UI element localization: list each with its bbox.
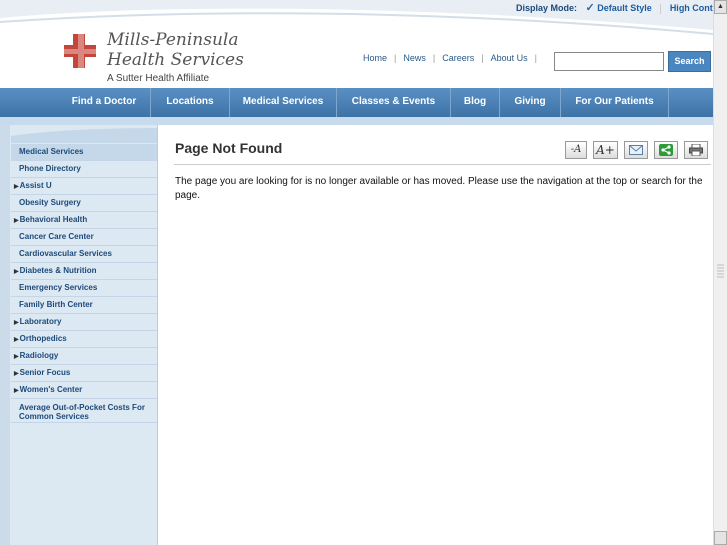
- sidebar-item-laboratory[interactable]: ▶Laboratory: [11, 314, 157, 331]
- scroll-grip-icon[interactable]: [716, 262, 725, 280]
- site-header: Display Mode: ✓ Default Style High Cont …: [0, 0, 713, 88]
- sidebar-item-cardiovascular[interactable]: Cardiovascular Services: [11, 246, 157, 263]
- scroll-down-arrow-icon[interactable]: [714, 531, 727, 545]
- default-style-link[interactable]: ✓ Default Style: [585, 2, 655, 14]
- sidebar-item-label: Women's Center: [19, 385, 83, 394]
- logo-text-line2: Health Services: [107, 50, 244, 70]
- sidebar-item-assist-u[interactable]: ▶Assist U: [11, 178, 157, 195]
- sidebar-item-label: Assist U: [19, 181, 52, 190]
- share-button[interactable]: [654, 141, 678, 159]
- sidebar-edge: [0, 125, 10, 545]
- email-button[interactable]: [624, 141, 648, 159]
- main-nav: Find a Doctor Locations Medical Services…: [0, 88, 713, 117]
- search-button[interactable]: Search: [668, 51, 711, 72]
- utility-links: Home | News | Careers | About Us |: [363, 53, 544, 63]
- sidebar-item-label: Radiology: [19, 351, 59, 360]
- sidebar-cap: [11, 128, 157, 143]
- careers-link[interactable]: Careers: [442, 53, 474, 63]
- share-icon: [659, 144, 673, 156]
- search-input[interactable]: [554, 52, 664, 71]
- sidebar-item-label: Behavioral Health: [19, 215, 88, 224]
- checkmark-icon: ✓: [585, 2, 595, 14]
- default-style-label: Default Style: [597, 3, 652, 13]
- sidebar-item-senior-focus[interactable]: ▶Senior Focus: [11, 365, 157, 382]
- nav-blog[interactable]: Blog: [451, 88, 500, 117]
- news-link[interactable]: News: [403, 53, 426, 63]
- nav-for-our-patients[interactable]: For Our Patients: [561, 88, 669, 117]
- sidebar-item-medical-services[interactable]: Medical Services: [11, 144, 157, 161]
- display-mode-label: Display Mode:: [516, 3, 578, 13]
- sidebar-item-womens-center[interactable]: ▶Women's Center: [11, 382, 157, 399]
- print-icon: [689, 143, 703, 157]
- expand-arrow-icon: ▶: [14, 371, 19, 377]
- divider: |: [481, 53, 484, 63]
- expand-arrow-icon: ▶: [14, 388, 19, 394]
- logo-text-line1: Mills-Peninsula: [107, 30, 239, 50]
- logo-cross-icon: [64, 34, 96, 68]
- decrease-font-button[interactable]: -A: [565, 141, 587, 159]
- sidebar-item-orthopedics[interactable]: ▶Orthopedics: [11, 331, 157, 348]
- display-mode: Display Mode: ✓ Default Style High Cont: [516, 1, 713, 14]
- nav-locations[interactable]: Locations: [151, 88, 230, 117]
- sidebar-item-phone-directory[interactable]: Phone Directory: [11, 161, 157, 178]
- sidebar-item-label: Laboratory: [19, 317, 62, 326]
- nav-find-a-doctor[interactable]: Find a Doctor: [58, 88, 151, 117]
- vertical-scrollbar[interactable]: ▲: [713, 0, 727, 545]
- nav-giving[interactable]: Giving: [500, 88, 561, 117]
- divider: |: [394, 53, 397, 63]
- increase-font-button[interactable]: A+: [593, 141, 618, 159]
- high-contrast-link[interactable]: High Cont: [670, 3, 713, 13]
- email-icon: [629, 145, 643, 155]
- expand-arrow-icon: ▶: [14, 354, 19, 360]
- nav-medical-services[interactable]: Medical Services: [230, 88, 337, 117]
- expand-arrow-icon: ▶: [14, 320, 19, 326]
- sidebar-item-cancer-care[interactable]: Cancer Care Center: [11, 229, 157, 246]
- expand-arrow-icon: ▶: [14, 184, 19, 190]
- divider: |: [534, 53, 537, 63]
- sidebar-item-radiology[interactable]: ▶Radiology: [11, 348, 157, 365]
- sidebar-item-label: Senior Focus: [19, 368, 71, 377]
- sidebar-item-label: Orthopedics: [19, 334, 67, 343]
- sidebar-item-obesity-surgery[interactable]: Obesity Surgery: [11, 195, 157, 212]
- sidebar-item-behavioral-health[interactable]: ▶Behavioral Health: [11, 212, 157, 229]
- print-button[interactable]: [684, 141, 708, 159]
- logo-tagline: A Sutter Health Affiliate: [107, 73, 210, 84]
- expand-arrow-icon: ▶: [14, 218, 19, 224]
- sidebar-item-out-of-pocket-costs[interactable]: Average Out-of-Pocket Costs For Common S…: [11, 399, 157, 423]
- nav-classes-events[interactable]: Classes & Events: [337, 88, 451, 117]
- expand-arrow-icon: ▶: [14, 337, 19, 343]
- home-link[interactable]: Home: [363, 53, 387, 63]
- about-us-link[interactable]: About Us: [491, 53, 528, 63]
- title-divider: [174, 164, 711, 165]
- sidebar-item-family-birth-center[interactable]: Family Birth Center: [11, 297, 157, 314]
- page-message: The page you are looking for is no longe…: [175, 176, 703, 201]
- sidebar-item-label: Diabetes & Nutrition: [19, 266, 97, 275]
- nav-underline: [0, 117, 713, 125]
- sidebar-item-emergency[interactable]: Emergency Services: [11, 280, 157, 297]
- page-title: Page Not Found: [175, 140, 283, 156]
- expand-arrow-icon: ▶: [14, 269, 19, 275]
- divider: |: [432, 53, 436, 63]
- divider: [660, 3, 662, 14]
- scroll-up-arrow-icon[interactable]: ▲: [714, 0, 727, 14]
- sidebar-item-diabetes-nutrition[interactable]: ▶Diabetes & Nutrition: [11, 263, 157, 280]
